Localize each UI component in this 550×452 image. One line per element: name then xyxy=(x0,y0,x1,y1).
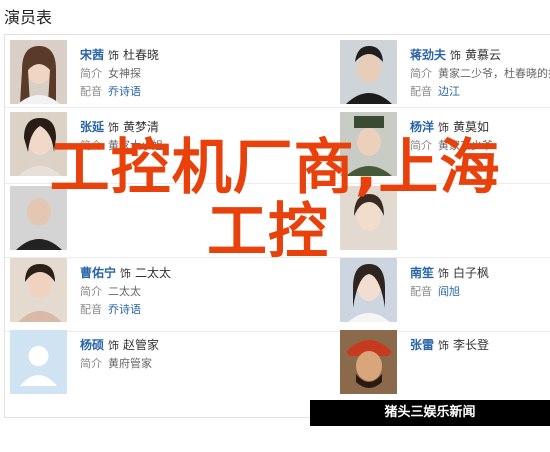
intro-text: 黄府管家 xyxy=(108,357,152,370)
role-separator: 饰 xyxy=(108,339,120,352)
intro-label: 简介 xyxy=(80,285,102,298)
intro-text: 黄家二少爷，杜春晓的搭档 xyxy=(438,67,550,80)
cast-card[interactable]: 南笙饰白子枫 配音 阎旭 xyxy=(334,258,550,322)
actor-photo[interactable] xyxy=(10,40,67,104)
dubbing-label: 配音 xyxy=(410,85,432,98)
role-name: 李长登 xyxy=(453,338,490,352)
dubbing-label: 配音 xyxy=(80,85,102,98)
cast-card[interactable]: 蒋劲夫饰黄慕云 简介黄家二少爷，杜春晓的搭档 配音边江 xyxy=(334,40,550,104)
role-separator: 饰 xyxy=(120,267,132,280)
site-watermark-badge: 猪头三娱乐新闻 www.zhutousan.net xyxy=(310,400,550,446)
role-separator: 饰 xyxy=(108,49,120,62)
voice-actor-link[interactable]: 乔诗语 xyxy=(108,303,141,316)
avatar-placeholder[interactable] xyxy=(10,330,67,394)
role-name: 二太太 xyxy=(135,266,172,280)
actor-name[interactable]: 曹佑宁 xyxy=(80,266,116,280)
role-separator: 饰 xyxy=(438,339,450,352)
actor-photo[interactable] xyxy=(10,258,67,322)
intro-text: 女神探 xyxy=(108,67,141,80)
intro-label: 简介 xyxy=(80,357,102,370)
role-name: 杜春晓 xyxy=(123,48,160,62)
actor-name[interactable]: 杨洋 xyxy=(410,120,434,134)
dubbing-label: 配音 xyxy=(410,285,432,298)
role-separator: 饰 xyxy=(450,49,462,62)
actor-photo[interactable] xyxy=(340,258,397,322)
watermark-line-2: 工控 xyxy=(207,197,329,267)
voice-actor-link[interactable]: 乔诗语 xyxy=(108,85,141,98)
role-name: 白子枫 xyxy=(453,266,490,280)
cast-card[interactable]: 曹佑宁饰二太太 简介 二太太 配音 乔诗语 xyxy=(4,258,266,322)
intro-text: 二太太 xyxy=(108,285,141,298)
cast-card[interactable]: 张雷饰李长登 xyxy=(334,330,550,394)
cast-card[interactable]: 宋茜饰杜春晓 简介 女神探 配音 乔诗语 xyxy=(4,40,266,104)
role-name: 黄慕云 xyxy=(465,48,502,62)
actor-name[interactable]: 张雷 xyxy=(410,338,434,352)
actor-name[interactable]: 杨硕 xyxy=(80,338,104,352)
role-name: 赵管家 xyxy=(123,338,160,352)
actor-photo[interactable] xyxy=(340,330,397,394)
role-name: 黄莫如 xyxy=(453,120,490,134)
role-separator: 饰 xyxy=(438,267,450,280)
actor-name[interactable]: 宋茜 xyxy=(80,48,104,62)
cast-card[interactable]: 杨硕饰赵管家 简介 黄府管家 xyxy=(4,330,266,394)
overlay-watermark: 工控机厂商,上海 工控 xyxy=(0,136,550,264)
page-title: 演员表 xyxy=(4,8,53,27)
role-name: 黄梦清 xyxy=(123,120,160,134)
intro-label: 简介 xyxy=(80,67,102,80)
row-divider xyxy=(5,107,550,108)
watermark-line-1: 工控机厂商,上海 xyxy=(49,133,501,203)
actor-photo[interactable] xyxy=(340,40,397,104)
intro-label: 简介 xyxy=(410,67,432,80)
actor-name[interactable]: 南笙 xyxy=(410,266,434,280)
voice-actor-link[interactable]: 阎旭 xyxy=(438,285,460,298)
default-avatar-icon xyxy=(10,330,67,394)
actor-name[interactable]: 张延 xyxy=(80,120,104,134)
voice-actor-link[interactable]: 边江 xyxy=(438,85,460,98)
actor-name[interactable]: 蒋劲夫 xyxy=(410,48,446,62)
dubbing-label: 配音 xyxy=(80,303,102,316)
